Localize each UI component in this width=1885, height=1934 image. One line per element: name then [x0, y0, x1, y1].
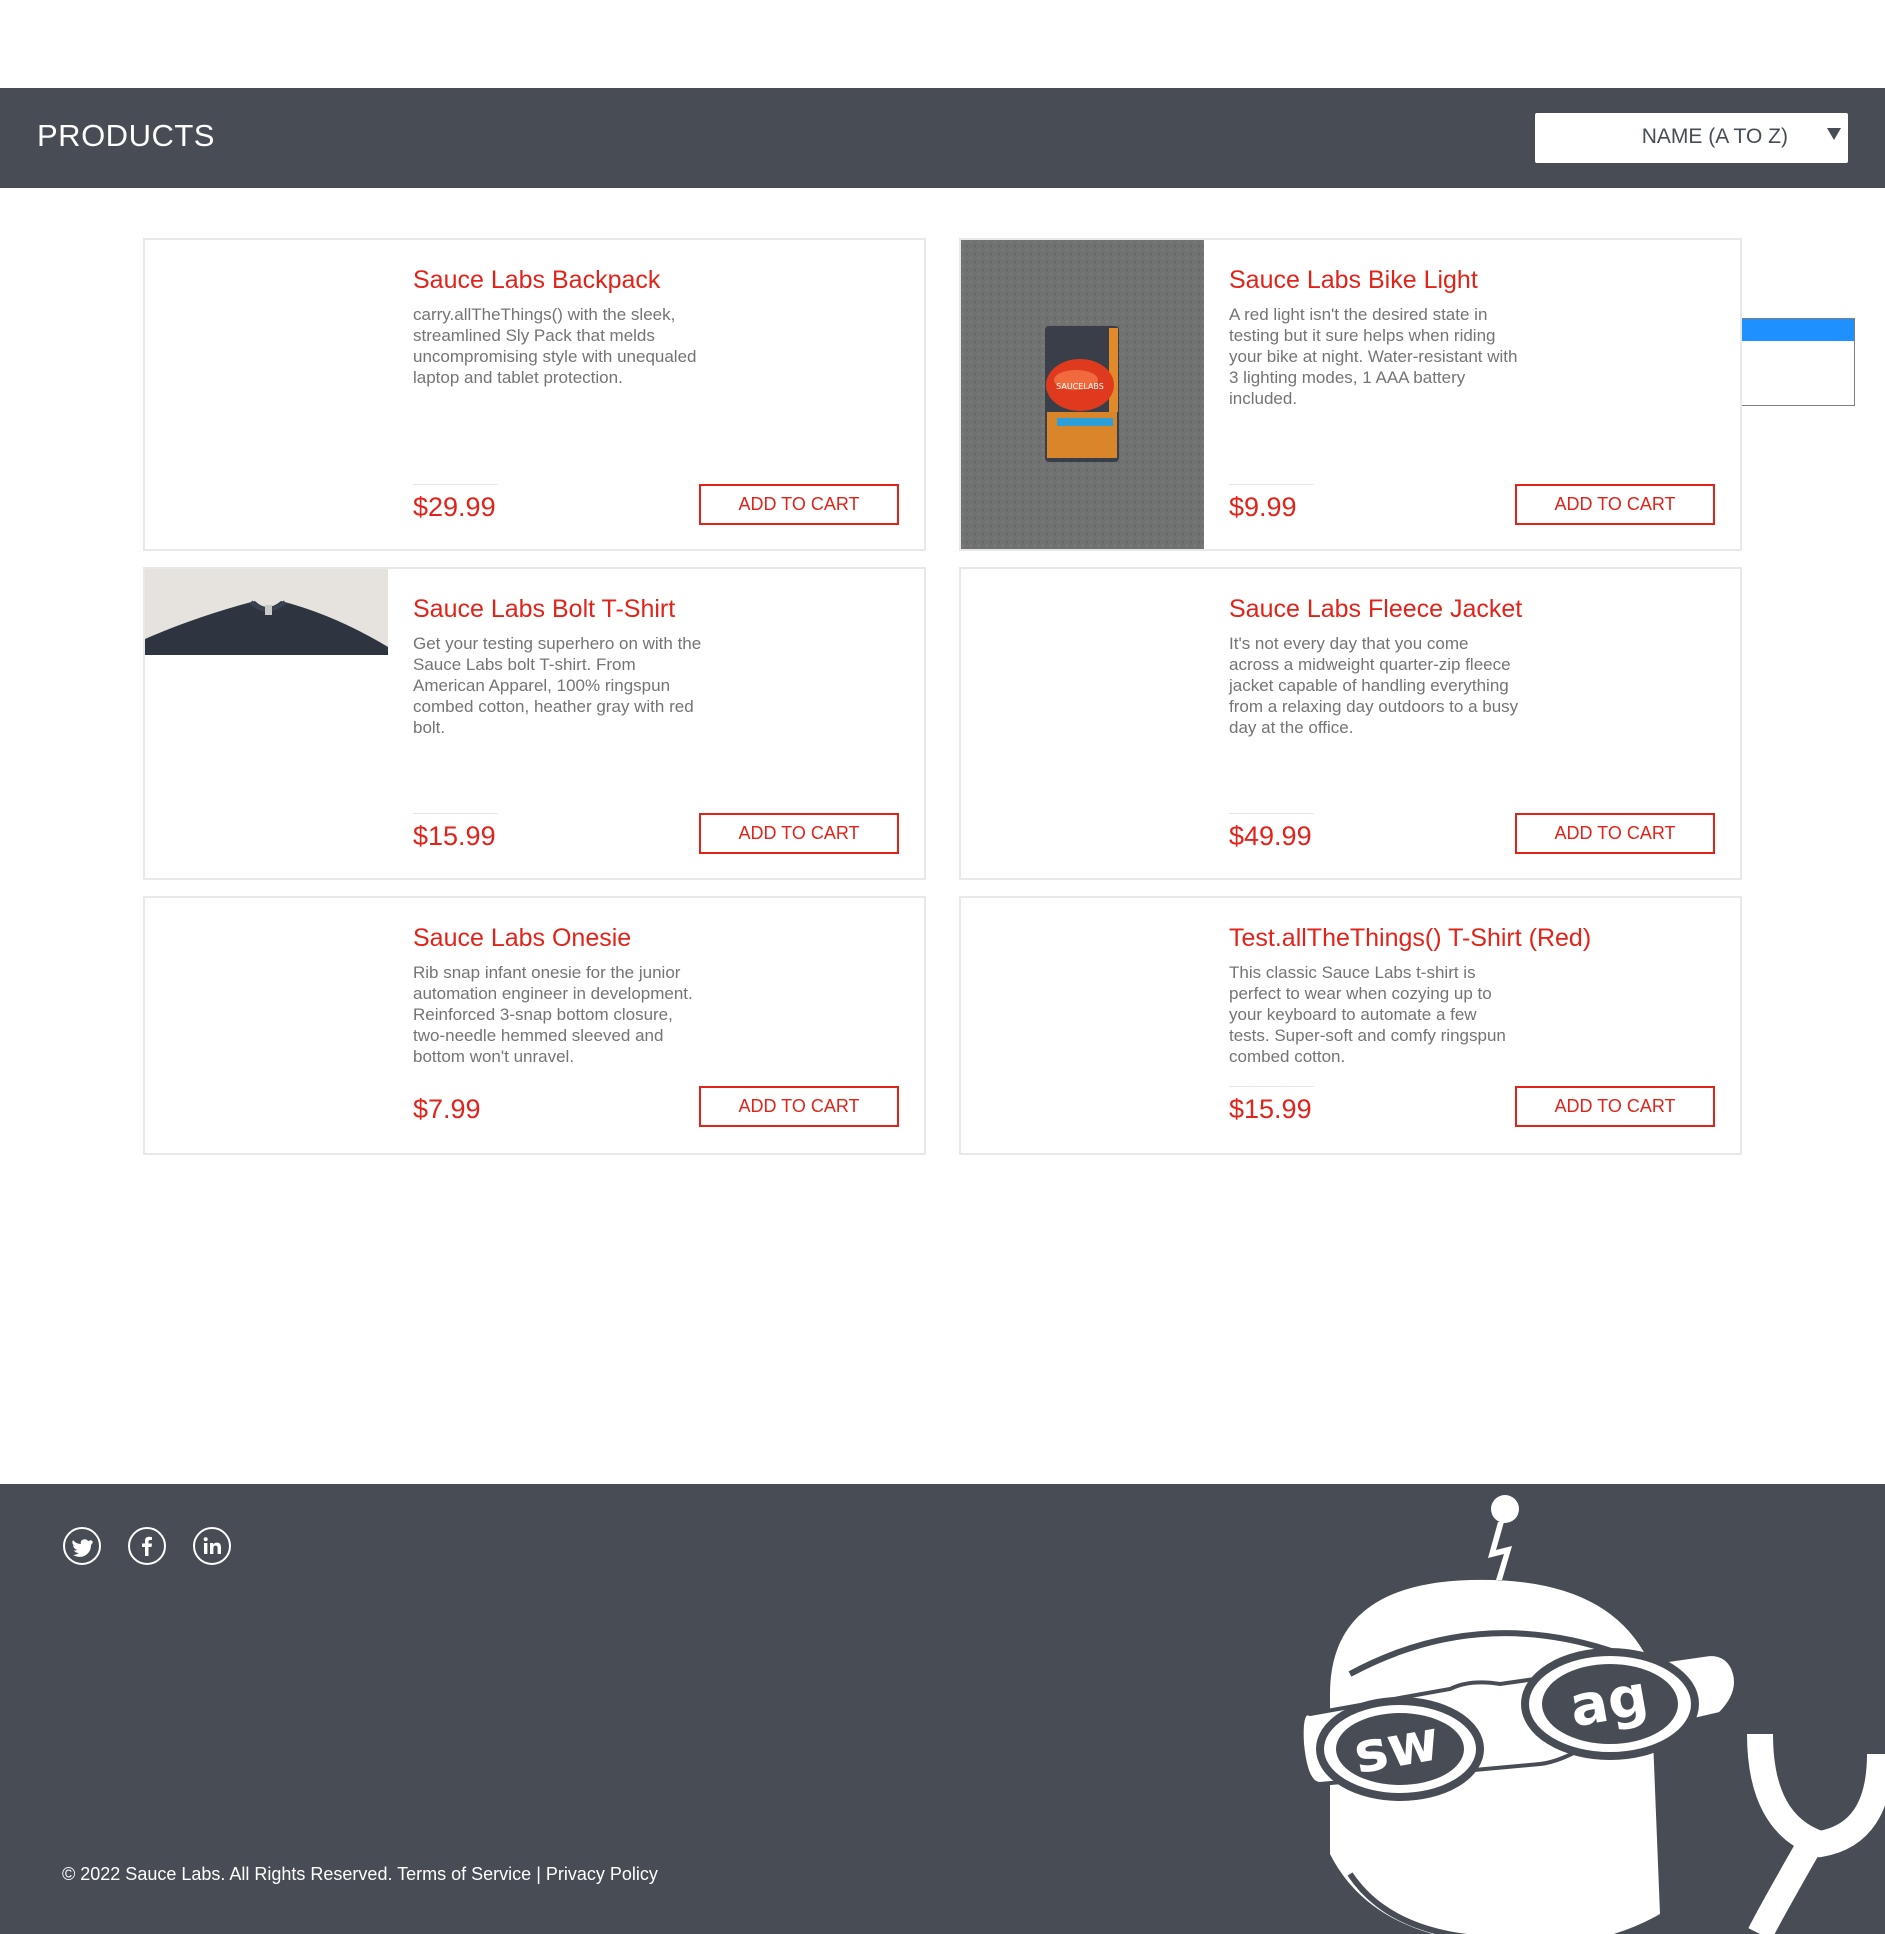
- product-card: Sauce Labs Backpack carry.allTheThings()…: [143, 238, 926, 551]
- product-name[interactable]: Sauce Labs Bolt T-Shirt: [413, 595, 675, 624]
- product-card: Test.allTheThings() T-Shirt (Red) This c…: [959, 896, 1742, 1155]
- linkedin-icon[interactable]: [193, 1527, 231, 1565]
- copyright-text: © 2022 Sauce Labs. All Rights Reserved.: [62, 1864, 393, 1884]
- product-price: $7.99: [413, 1094, 481, 1124]
- add-to-cart-button[interactable]: ADD TO CART: [1515, 1086, 1715, 1127]
- price-divider: [413, 484, 498, 485]
- sort-selected-value: NAME (A TO Z): [1641, 125, 1788, 148]
- product-price: $9.99: [1229, 492, 1297, 522]
- product-image-bike-light[interactable]: SAUCELABS: [961, 240, 1204, 549]
- privacy-policy-link[interactable]: Privacy Policy: [546, 1864, 658, 1884]
- product-price: $49.99: [1229, 821, 1312, 851]
- product-price: $29.99: [413, 492, 496, 522]
- product-card: Sauce Labs Bolt T-Shirt Get your testing…: [143, 567, 926, 880]
- price-divider: [1229, 484, 1314, 485]
- product-description: carry.allTheThings() with the sleek, str…: [413, 305, 697, 387]
- price-divider: [1229, 813, 1314, 814]
- product-card: Sauce Labs Fleece Jacket It's not every …: [959, 567, 1742, 880]
- add-to-cart-button[interactable]: ADD TO CART: [699, 484, 899, 525]
- add-to-cart-button[interactable]: ADD TO CART: [1515, 484, 1715, 525]
- footer-separator: |: [536, 1864, 541, 1884]
- swag-robot-mascot: sw ag: [1299, 1495, 1885, 1934]
- bike-light-photo: SAUCELABS: [961, 240, 1204, 549]
- header-bar: PRODUCTS NAME (A TO Z): [0, 88, 1885, 188]
- product-description: This classic Sauce Labs t-shirt is perfe…: [1229, 963, 1506, 1066]
- product-image-bolt-tshirt[interactable]: [145, 569, 388, 655]
- product-name[interactable]: Sauce Labs Onesie: [413, 924, 631, 953]
- product-description: Rib snap infant onesie for the junior au…: [413, 963, 693, 1066]
- product-image-fleece-jacket[interactable]: [961, 569, 1204, 878]
- add-to-cart-button[interactable]: ADD TO CART: [699, 1086, 899, 1127]
- facebook-icon[interactable]: [128, 1527, 166, 1565]
- add-to-cart-button[interactable]: ADD TO CART: [699, 813, 899, 854]
- product-name[interactable]: Sauce Labs Fleece Jacket: [1229, 595, 1522, 624]
- bolt-tshirt-photo: [145, 569, 388, 655]
- product-description: Get your testing superhero on with the S…: [413, 634, 702, 737]
- product-image-backpack[interactable]: [145, 240, 388, 549]
- price-divider: [413, 813, 498, 814]
- mascot-text-ag: ag: [1565, 1663, 1653, 1741]
- product-description: It's not every day that you come across …: [1229, 634, 1519, 737]
- twitter-icon[interactable]: [63, 1527, 101, 1565]
- product-name[interactable]: Sauce Labs Bike Light: [1229, 266, 1478, 295]
- product-card: SAUCELABS Sauce Labs Bike Light A red li…: [959, 238, 1742, 551]
- terms-of-service-link[interactable]: Terms of Service: [397, 1864, 531, 1884]
- product-name[interactable]: Test.allTheThings() T-Shirt (Red): [1229, 924, 1591, 953]
- product-name[interactable]: Sauce Labs Backpack: [413, 266, 660, 295]
- footer: © 2022 Sauce Labs. All Rights Reserved. …: [0, 1484, 1885, 1934]
- sort-select[interactable]: NAME (A TO Z): [1535, 113, 1848, 163]
- product-image-onesie[interactable]: [145, 898, 388, 1153]
- product-description: A red light isn't the desired state in t…: [1229, 305, 1518, 408]
- add-to-cart-button[interactable]: ADD TO CART: [1515, 813, 1715, 854]
- footer-copyright-line: © 2022 Sauce Labs. All Rights Reserved. …: [62, 1864, 658, 1885]
- product-price: $15.99: [413, 821, 496, 851]
- page-title: PRODUCTS: [37, 118, 215, 153]
- product-image-red-tshirt[interactable]: [961, 898, 1204, 1153]
- product-price: $15.99: [1229, 1094, 1312, 1124]
- price-divider: [1229, 1086, 1314, 1087]
- product-card: Sauce Labs Onesie Rib snap infant onesie…: [143, 896, 926, 1155]
- bike-light-logo-text: SAUCELABS: [1056, 382, 1104, 391]
